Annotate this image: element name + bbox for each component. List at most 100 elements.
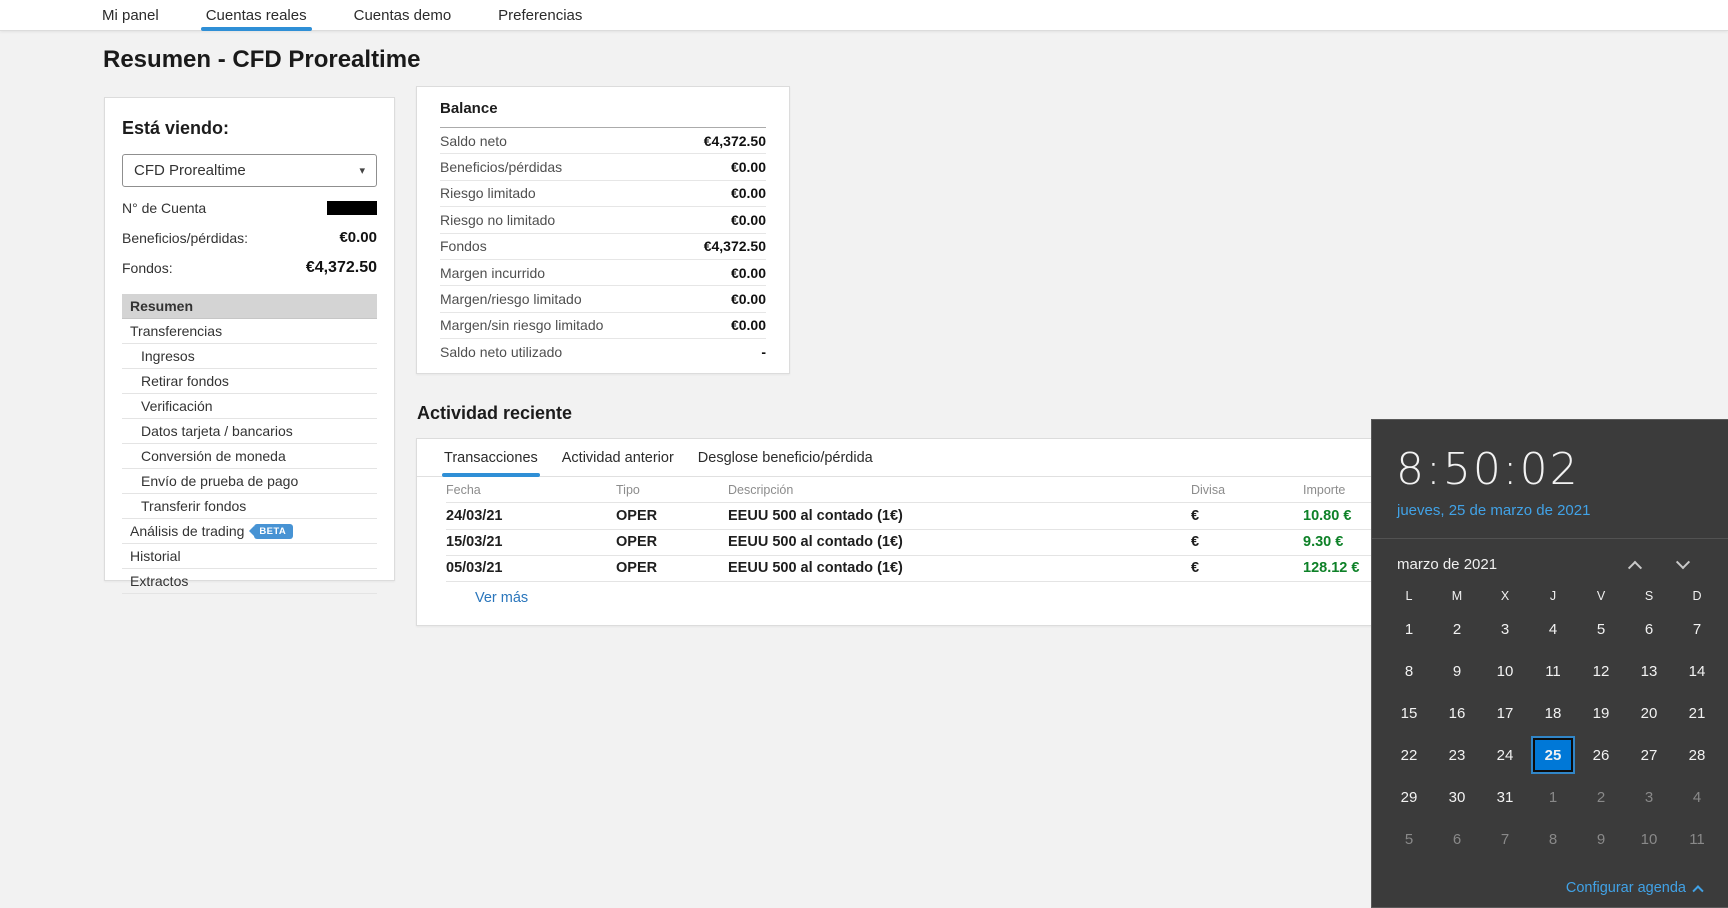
calendar-prev-month-button[interactable] bbox=[1622, 557, 1648, 575]
calendar-day-cell[interactable]: 15 bbox=[1385, 692, 1433, 734]
sidebar-menu-item[interactable]: Retirar fondos bbox=[122, 369, 377, 394]
calendar-day-number: 24 bbox=[1496, 746, 1514, 764]
calendar-day-cell[interactable]: 25 bbox=[1529, 734, 1577, 776]
balance-row: Fondos €4,372.50 bbox=[440, 234, 766, 260]
calendar-day-cell[interactable]: 14 bbox=[1673, 650, 1721, 692]
balance-row-label: Fondos bbox=[440, 238, 487, 255]
activity-tab-label: Desglose beneficio/pérdida bbox=[697, 449, 873, 466]
activity-tab-label: Actividad anterior bbox=[561, 449, 674, 466]
calendar-day-cell[interactable]: 24 bbox=[1481, 734, 1529, 776]
calendar-day-number: 1 bbox=[1548, 788, 1558, 806]
calendar-day-cell[interactable]: 5 bbox=[1385, 818, 1433, 860]
calendar-day-number: 1 bbox=[1404, 620, 1414, 638]
sidebar-menu-item[interactable]: Conversión de moneda bbox=[122, 444, 377, 469]
chevron-down-icon bbox=[1675, 554, 1691, 569]
balance-row: Riesgo limitado €0.00 bbox=[440, 181, 766, 208]
calendar-day-number: 10 bbox=[1640, 830, 1658, 848]
calendar-day-cell[interactable]: 17 bbox=[1481, 692, 1529, 734]
activity-tab[interactable]: Transacciones bbox=[442, 439, 540, 477]
sidebar-menu-item[interactable]: Análisis de trading BETA bbox=[122, 519, 377, 544]
calendar-day-cell[interactable]: 19 bbox=[1577, 692, 1625, 734]
nav-tab[interactable]: Preferencias bbox=[498, 0, 582, 31]
activity-tab[interactable]: Actividad anterior bbox=[562, 439, 674, 477]
calendar-day-number: 27 bbox=[1640, 746, 1658, 764]
calendar-day-cell[interactable]: 27 bbox=[1625, 734, 1673, 776]
profit-loss-row: Beneficios/pérdidas: €0.00 bbox=[122, 229, 377, 246]
calendar-day-number: 3 bbox=[1644, 788, 1654, 806]
nav-tab-label: Cuentas reales bbox=[205, 6, 307, 24]
configure-agenda-link[interactable]: Configurar agenda bbox=[1566, 880, 1704, 897]
sidebar-menu-item[interactable]: Transferencias bbox=[122, 319, 377, 344]
calendar-day-cell[interactable]: 16 bbox=[1433, 692, 1481, 734]
balance-row: Margen incurrido €0.00 bbox=[440, 260, 766, 287]
calendar-next-month-button[interactable] bbox=[1670, 554, 1696, 573]
sidebar-menu-item[interactable]: Resumen bbox=[122, 294, 377, 319]
calendar-month-label[interactable]: marzo de 2021 bbox=[1397, 556, 1497, 573]
calendar-day-cell[interactable]: 10 bbox=[1625, 818, 1673, 860]
chevron-down-icon: ▾ bbox=[359, 165, 365, 177]
calendar-day-cell[interactable]: 10 bbox=[1481, 650, 1529, 692]
nav-tab-label: Preferencias bbox=[498, 6, 583, 24]
sidebar-menu-item[interactable]: Verificación bbox=[122, 394, 377, 419]
ver-mas-link[interactable]: Ver más bbox=[475, 590, 528, 606]
cell-fecha: 15/03/21 bbox=[446, 534, 503, 551]
calendar-day-cell[interactable]: 9 bbox=[1577, 818, 1625, 860]
sidebar-menu-item[interactable]: Datos tarjeta / bancarios bbox=[122, 419, 377, 444]
calendar-day-cell[interactable]: 21 bbox=[1673, 692, 1721, 734]
balance-row: Riesgo no limitado €0.00 bbox=[440, 207, 766, 234]
calendar-day-cell[interactable]: 30 bbox=[1433, 776, 1481, 818]
calendar-day-cell[interactable]: 23 bbox=[1433, 734, 1481, 776]
calendar-day-cell[interactable]: 18 bbox=[1529, 692, 1577, 734]
sidebar-menu-item[interactable]: Historial bbox=[122, 544, 377, 569]
activity-tab[interactable]: Desglose beneficio/pérdida bbox=[698, 439, 873, 477]
nav-tab[interactable]: Cuentas demo bbox=[354, 0, 452, 31]
calendar-day-number: 22 bbox=[1400, 746, 1418, 764]
calendar-day-cell[interactable]: 31 bbox=[1481, 776, 1529, 818]
nav-tab[interactable]: Cuentas reales bbox=[200, 0, 312, 31]
calendar-day-cell[interactable]: 7 bbox=[1673, 608, 1721, 650]
calendar-day-cell[interactable]: 4 bbox=[1673, 776, 1721, 818]
calendar-day-number: 10 bbox=[1496, 662, 1514, 680]
calendar-day-cell[interactable]: 2 bbox=[1577, 776, 1625, 818]
calendar-day-cell[interactable]: 28 bbox=[1673, 734, 1721, 776]
sidebar-menu-item[interactable]: Ingresos bbox=[122, 344, 377, 369]
calendar-day-cell[interactable]: 12 bbox=[1577, 650, 1625, 692]
balance-panel: Balance Saldo neto €4,372.50 Beneficios/… bbox=[416, 86, 790, 374]
calendar-day-number: 12 bbox=[1592, 662, 1610, 680]
calendar-day-cell[interactable]: 11 bbox=[1529, 650, 1577, 692]
cell-descripcion: EEUU 500 al contado (1€) bbox=[728, 560, 903, 577]
calendar-day-cell[interactable]: 2 bbox=[1433, 608, 1481, 650]
table-column-header: Divisa bbox=[1191, 482, 1226, 497]
calendar-day-cell[interactable]: 3 bbox=[1481, 608, 1529, 650]
calendar-day-cell[interactable]: 8 bbox=[1385, 650, 1433, 692]
calendar-day-cell[interactable]: 5 bbox=[1577, 608, 1625, 650]
calendar-day-cell[interactable]: 4 bbox=[1529, 608, 1577, 650]
calendar-day-cell[interactable]: 9 bbox=[1433, 650, 1481, 692]
nav-tab[interactable]: Mi panel bbox=[102, 0, 159, 31]
calendar-day-cell[interactable]: 1 bbox=[1529, 776, 1577, 818]
calendar-day-number: 13 bbox=[1640, 662, 1658, 680]
account-select[interactable]: CFD Prorealtime ▾ bbox=[122, 154, 377, 187]
sidebar-menu-item-label: Resumen bbox=[130, 298, 194, 314]
calendar-day-cell[interactable]: 22 bbox=[1385, 734, 1433, 776]
activity-tab-label: Transacciones bbox=[444, 449, 538, 466]
sidebar-menu-item[interactable]: Transferir fondos bbox=[122, 494, 377, 519]
calendar-day-cell[interactable]: 3 bbox=[1625, 776, 1673, 818]
calendar-day-cell[interactable]: 7 bbox=[1481, 818, 1529, 860]
clock-calendar-flyout: 8:50:02 jueves, 25 de marzo de 2021 marz… bbox=[1371, 419, 1728, 908]
calendar-day-cell[interactable]: 6 bbox=[1433, 818, 1481, 860]
calendar-day-cell[interactable]: 29 bbox=[1385, 776, 1433, 818]
calendar-day-cell[interactable]: 1 bbox=[1385, 608, 1433, 650]
sidebar-menu-item[interactable]: Envío de prueba de pago bbox=[122, 469, 377, 494]
balance-row: Beneficios/pérdidas €0.00 bbox=[440, 154, 766, 181]
clock-date[interactable]: jueves, 25 de marzo de 2021 bbox=[1397, 502, 1728, 519]
calendar-day-cell[interactable]: 11 bbox=[1673, 818, 1721, 860]
calendar-day-cell[interactable]: 26 bbox=[1577, 734, 1625, 776]
sidebar-menu-item-label: Análisis de trading bbox=[130, 523, 245, 539]
sidebar-menu-item[interactable]: Extractos bbox=[122, 569, 377, 594]
calendar-day-cell[interactable]: 6 bbox=[1625, 608, 1673, 650]
calendar-day-cell[interactable]: 13 bbox=[1625, 650, 1673, 692]
balance-row-value: €0.00 bbox=[730, 264, 766, 281]
calendar-day-cell[interactable]: 8 bbox=[1529, 818, 1577, 860]
calendar-day-cell[interactable]: 20 bbox=[1625, 692, 1673, 734]
